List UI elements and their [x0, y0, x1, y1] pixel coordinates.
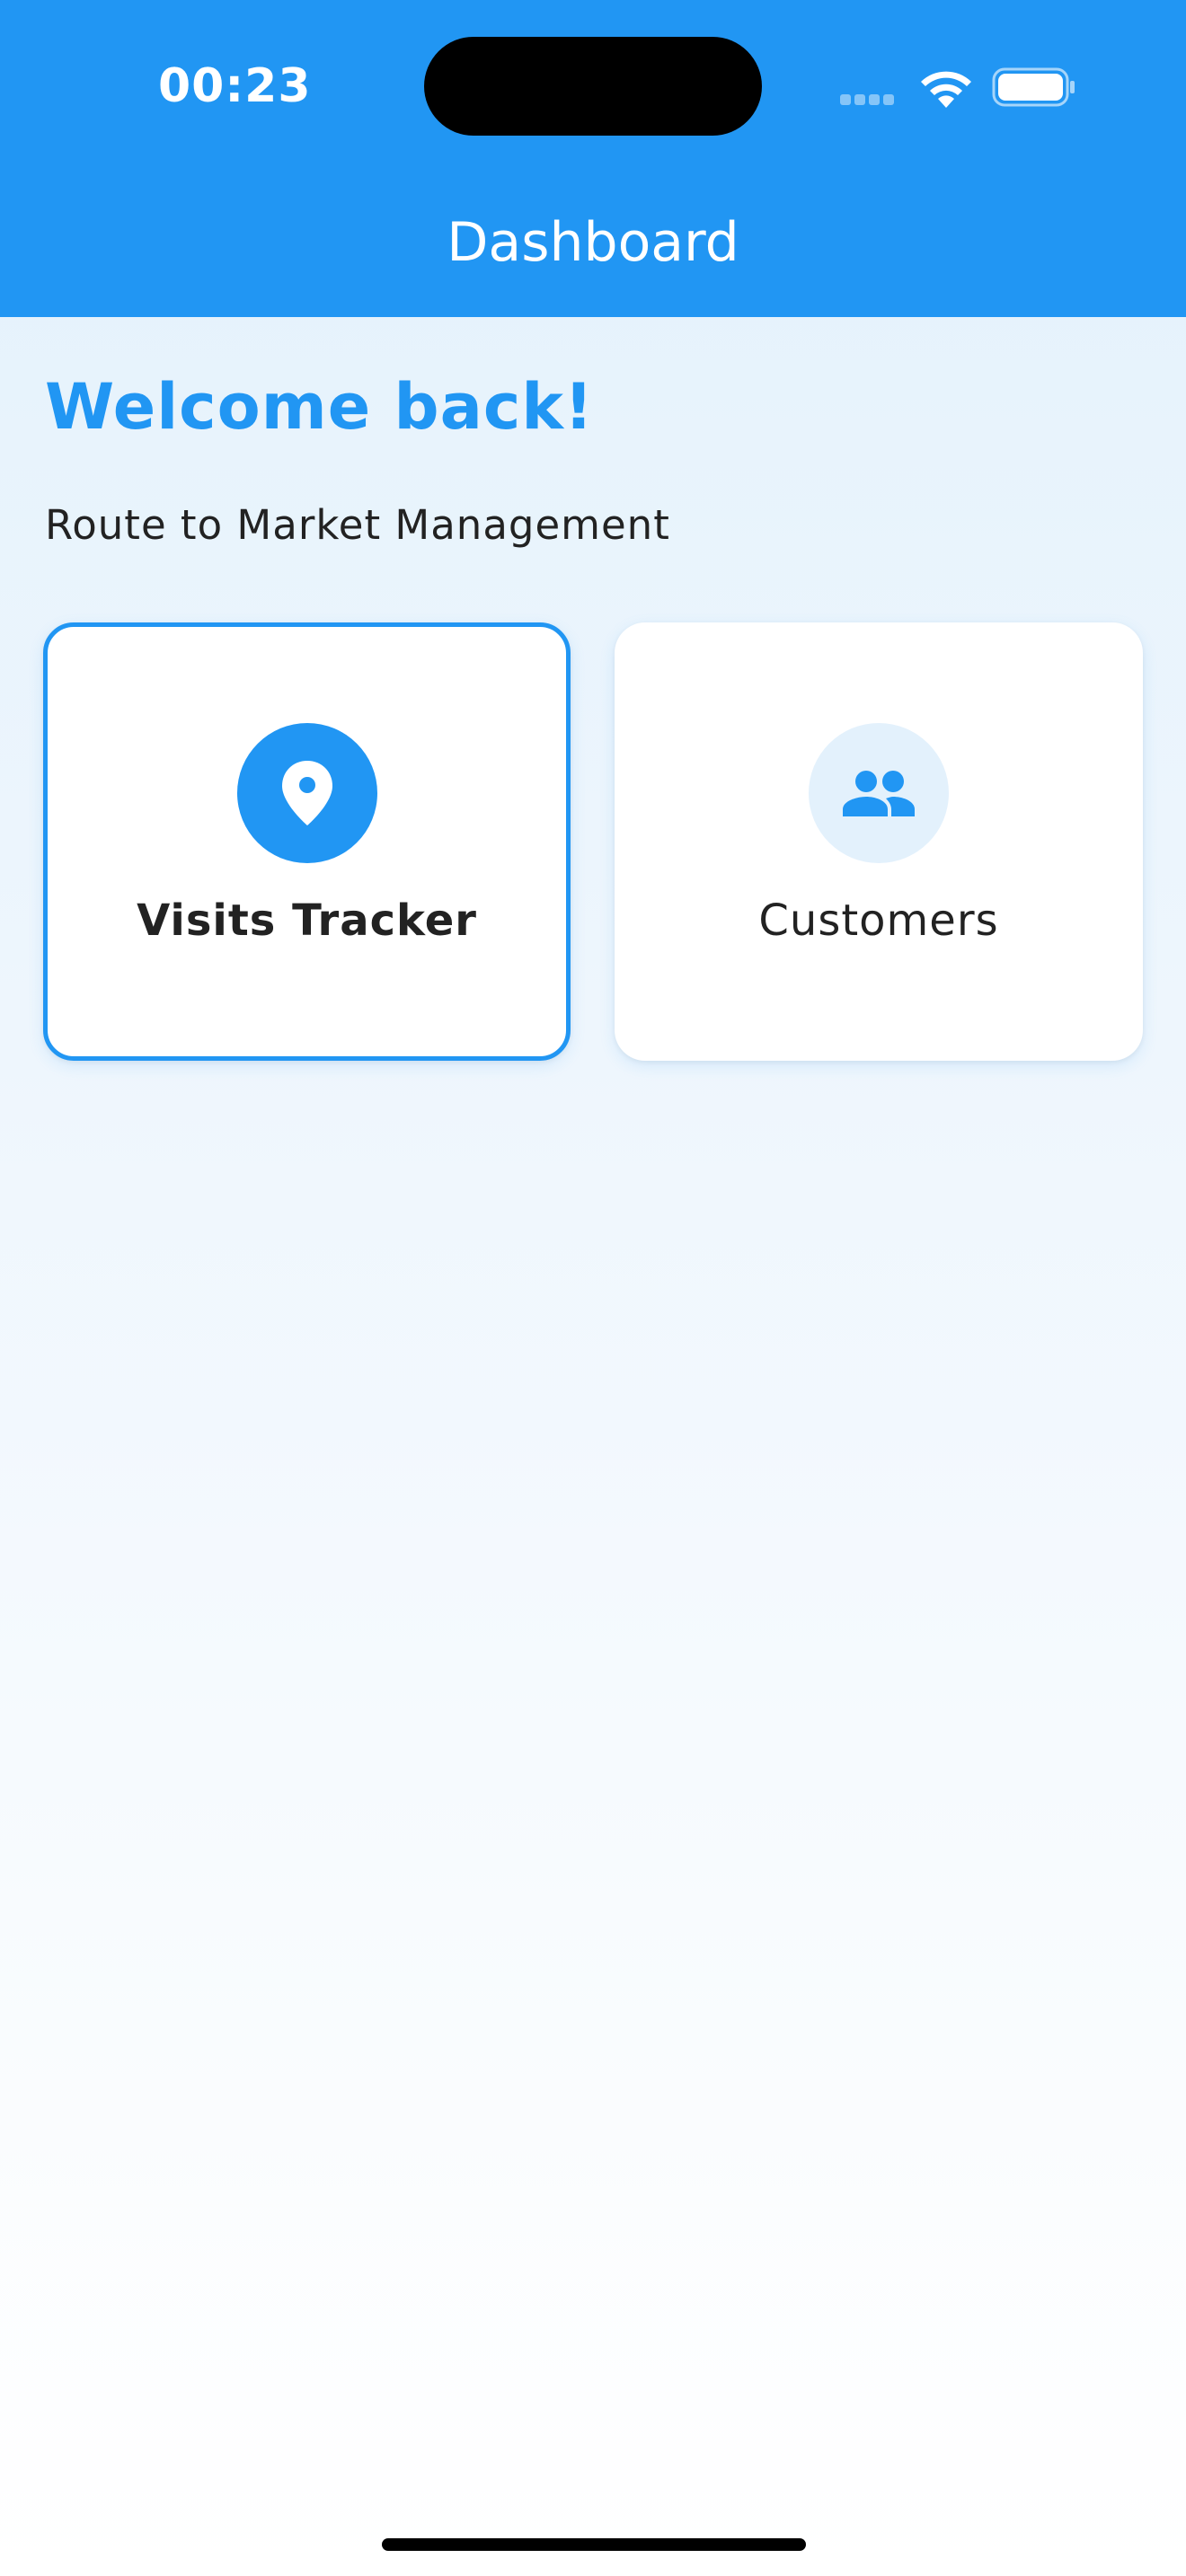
- cellular-signal-icon: [840, 94, 903, 107]
- page-title: Dashboard: [447, 211, 739, 274]
- visits-tracker-card[interactable]: Visits Tracker: [43, 622, 571, 1061]
- dynamic-island: [424, 37, 762, 136]
- app-bar: 00:23 Dashboard: [0, 0, 1186, 317]
- home-indicator[interactable]: [382, 2538, 806, 2551]
- app-subtitle: Route to Market Management: [45, 501, 670, 549]
- battery-icon: [992, 67, 1075, 107]
- visits-tracker-label: Visits Tracker: [137, 895, 477, 946]
- people-icon: [843, 771, 915, 816]
- status-time: 00:23: [158, 59, 312, 113]
- customers-card[interactable]: Customers: [615, 622, 1143, 1061]
- welcome-heading: Welcome back!: [45, 370, 594, 444]
- location-pin-icon: [281, 761, 332, 825]
- customers-icon-circle: [809, 723, 949, 863]
- wifi-icon: [921, 71, 971, 108]
- visits-tracker-icon-circle: [236, 723, 377, 863]
- customers-label: Customers: [758, 895, 999, 946]
